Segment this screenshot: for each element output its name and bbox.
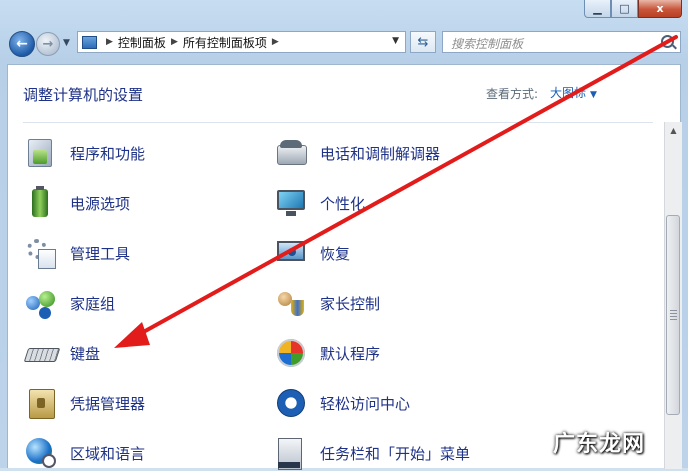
close-icon: x bbox=[656, 2, 664, 15]
back-button[interactable]: ← bbox=[9, 31, 35, 57]
view-by-value: 大图标 bbox=[550, 86, 587, 100]
item-label: 家庭组 bbox=[70, 294, 116, 313]
item-label: 家长控制 bbox=[320, 294, 381, 313]
item-label: 轻松访问中心 bbox=[320, 394, 411, 413]
chevron-right-icon[interactable]: ▶ bbox=[272, 37, 279, 47]
grip-line bbox=[670, 310, 677, 311]
administrative-tools-icon bbox=[24, 236, 58, 270]
minimize-icon: ▁ bbox=[593, 2, 602, 15]
chevron-down-icon: ▼ bbox=[590, 90, 597, 100]
default-programs-icon bbox=[274, 336, 308, 370]
item-label: 程序和功能 bbox=[70, 144, 146, 163]
breadcrumb-all-items[interactable]: 所有控制面板项 bbox=[183, 34, 267, 51]
caption-buttons: ▁ □ x bbox=[584, 0, 682, 20]
item-label: 键盘 bbox=[70, 344, 101, 363]
item-homegroup[interactable]: 家庭组 bbox=[24, 285, 115, 321]
keyboard-icon bbox=[24, 336, 58, 370]
item-label: 个性化 bbox=[320, 194, 366, 213]
forward-arrow-icon: → bbox=[42, 36, 54, 52]
page-title: 调整计算机的设置 bbox=[23, 86, 144, 104]
forward-button[interactable]: → bbox=[36, 32, 60, 56]
chevron-right-icon[interactable]: ▶ bbox=[106, 37, 113, 47]
address-bar[interactable]: ▶ 控制面板 ▶ 所有控制面板项 ▶ ▼ bbox=[77, 31, 406, 53]
homegroup-icon bbox=[24, 286, 58, 320]
scroll-up-icon[interactable]: ▲ bbox=[665, 122, 682, 139]
watermark: 广东龙网 bbox=[553, 432, 646, 457]
item-label: 区域和语言 bbox=[70, 444, 146, 463]
ease-of-access-icon bbox=[274, 386, 308, 420]
search-placeholder: 搜索控制面板 bbox=[451, 37, 524, 51]
view-by-label: 查看方式: bbox=[486, 87, 539, 101]
grip-line bbox=[670, 319, 677, 320]
item-label: 任务栏和「开始」菜单 bbox=[320, 444, 471, 463]
content-pane: 调整计算机的设置 查看方式: 大图标 ▼ 程序和功能 电源选项 管理工具 家庭组 … bbox=[7, 64, 682, 471]
item-power-options[interactable]: 电源选项 bbox=[24, 185, 130, 221]
item-label: 凭据管理器 bbox=[70, 394, 146, 413]
breadcrumb-control-panel[interactable]: 控制面板 bbox=[118, 34, 166, 51]
item-taskbar-start-menu[interactable]: 任务栏和「开始」菜单 bbox=[274, 435, 470, 471]
item-credential-manager[interactable]: 凭据管理器 bbox=[24, 385, 145, 421]
item-region-language[interactable]: 区域和语言 bbox=[24, 435, 145, 471]
item-label: 电源选项 bbox=[70, 194, 131, 213]
item-personalization[interactable]: 个性化 bbox=[274, 185, 365, 221]
navigation-bar: ← → ▼ ▶ 控制面板 ▶ 所有控制面板项 ▶ ▼ ⇆ 搜索控制面板 bbox=[0, 26, 688, 60]
recent-pages-dropdown[interactable]: ▼ bbox=[63, 38, 70, 48]
credential-manager-icon bbox=[24, 386, 58, 420]
back-arrow-icon: ← bbox=[16, 36, 28, 52]
item-label: 电话和调制解调器 bbox=[320, 144, 441, 163]
view-by-dropdown[interactable]: 大图标 ▼ bbox=[550, 84, 597, 101]
phone-modem-icon bbox=[274, 136, 308, 170]
search-input[interactable]: 搜索控制面板 bbox=[442, 31, 681, 53]
item-label: 管理工具 bbox=[70, 244, 131, 263]
scrollbar-thumb[interactable] bbox=[666, 215, 680, 415]
item-default-programs[interactable]: 默认程序 bbox=[274, 335, 380, 371]
taskbar-start-menu-icon bbox=[274, 436, 308, 470]
minimize-button[interactable]: ▁ bbox=[584, 0, 611, 18]
item-keyboard[interactable]: 键盘 bbox=[24, 335, 100, 371]
power-options-icon bbox=[24, 186, 58, 220]
address-dropdown-icon[interactable]: ▼ bbox=[392, 36, 399, 46]
control-panel-icon bbox=[82, 35, 97, 49]
search-icon[interactable] bbox=[661, 35, 674, 48]
item-recovery[interactable]: 恢复 bbox=[274, 235, 350, 271]
maximize-button[interactable]: □ bbox=[611, 0, 638, 18]
refresh-button[interactable]: ⇆ bbox=[410, 31, 436, 53]
item-parental-controls[interactable]: 家长控制 bbox=[274, 285, 380, 321]
region-language-icon bbox=[24, 436, 58, 470]
vertical-scrollbar[interactable]: ▲ bbox=[664, 122, 682, 469]
refresh-icon: ⇆ bbox=[417, 34, 429, 50]
item-label: 恢复 bbox=[320, 244, 351, 263]
programs-features-icon bbox=[24, 136, 58, 170]
window-frame: ▁ □ x ← → ▼ ▶ 控制面板 ▶ 所有控制面板项 ▶ ▼ ⇆ 搜索控制面… bbox=[0, 0, 688, 471]
personalization-icon bbox=[274, 186, 308, 220]
item-ease-of-access[interactable]: 轻松访问中心 bbox=[274, 385, 410, 421]
grip-line bbox=[670, 316, 677, 317]
maximize-icon: □ bbox=[619, 2, 630, 15]
item-label: 默认程序 bbox=[320, 344, 381, 363]
grip-line bbox=[670, 313, 677, 314]
header-divider bbox=[23, 122, 653, 123]
close-button[interactable]: x bbox=[638, 0, 682, 18]
recovery-icon bbox=[274, 236, 308, 270]
parental-controls-icon bbox=[274, 286, 308, 320]
item-administrative-tools[interactable]: 管理工具 bbox=[24, 235, 130, 271]
chevron-right-icon[interactable]: ▶ bbox=[171, 37, 178, 47]
item-phone-modem[interactable]: 电话和调制解调器 bbox=[274, 135, 440, 171]
item-programs-features[interactable]: 程序和功能 bbox=[24, 135, 145, 171]
